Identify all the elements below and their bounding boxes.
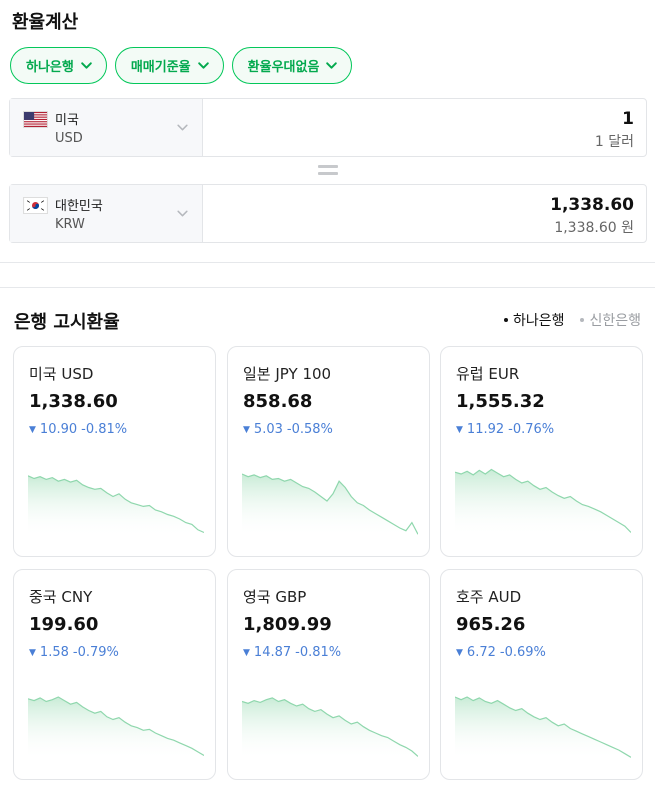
sparkline-area <box>455 469 631 537</box>
card-change: ▼ 5.03 -0.58% <box>243 422 333 437</box>
tab-hana-bank[interactable]: 하나은행 <box>503 310 565 330</box>
rate-card-gbp[interactable]: 영국 GBP 1,809.99 ▼ 14.87 -0.81% <box>227 569 430 780</box>
card-change-value: 5.03 <box>253 422 283 437</box>
card-currency-name: 영국 GBP <box>243 588 307 606</box>
us-flag-icon <box>23 111 48 128</box>
sparkline-chart <box>455 696 631 760</box>
card-currency-name: 미국 USD <box>29 365 94 383</box>
card-currency-name: 중국 CNY <box>29 588 93 606</box>
sparkline-chart <box>242 697 418 760</box>
sparkline-chart <box>28 475 204 537</box>
preferential-rate-label: 환율우대없음 <box>247 60 320 75</box>
card-change-percent: -0.81% <box>81 422 128 437</box>
bank-select-button[interactable]: 하나은행 <box>10 47 107 84</box>
to-amount-input[interactable]: 1,338.60 1,338.60 원 <box>203 185 646 242</box>
card-rate-value: 1,809.99 <box>243 614 332 635</box>
rate-type-button[interactable]: 매매기준율 <box>114 47 224 84</box>
kr-flag-icon <box>23 197 48 214</box>
to-amount-value: 1,338.60 <box>550 195 634 215</box>
card-change-percent: -0.69% <box>499 645 546 660</box>
card-rate-value: 1,338.60 <box>29 391 118 412</box>
from-currency-row: 미국 USD 1 1 달러 <box>9 98 647 157</box>
from-amount-text: 1 달러 <box>594 134 634 150</box>
card-rate-value: 199.60 <box>29 614 99 635</box>
equals-icon <box>318 165 338 175</box>
to-currency-row: 대한민국 KRW 1,338.60 1,338.60 원 <box>9 184 647 243</box>
down-arrow-icon: ▼ <box>456 647 463 658</box>
bank-select-label: 하나은행 <box>26 60 74 75</box>
from-amount-input[interactable]: 1 1 달러 <box>203 99 646 156</box>
card-change-value: 1.58 <box>39 645 69 660</box>
card-change: ▼ 1.58 -0.79% <box>29 645 119 660</box>
card-change: ▼ 14.87 -0.81% <box>243 645 341 660</box>
sparkline-chart <box>455 468 631 537</box>
tab-label: 하나은행 <box>512 313 565 329</box>
to-currency-select[interactable]: 대한민국 KRW <box>10 185 203 242</box>
card-change: ▼ 11.92 -0.76% <box>456 422 554 437</box>
down-arrow-icon: ▼ <box>243 424 250 435</box>
dot-icon <box>580 318 585 322</box>
card-change-percent: -0.81% <box>295 645 342 660</box>
sparkline-area <box>455 697 631 760</box>
card-change-value: 14.87 <box>253 645 292 660</box>
chevron-down-icon <box>326 62 338 69</box>
card-rate-value: 858.68 <box>243 391 313 412</box>
from-currency-code: USD <box>55 131 83 146</box>
chevron-down-icon <box>177 210 188 217</box>
calculator-title: 환율계산 <box>12 12 79 33</box>
card-change-percent: -0.76% <box>508 422 555 437</box>
filter-bar: 하나은행 매매기준율 환율우대없음 <box>10 47 353 84</box>
rate-card-usd[interactable]: 미국 USD 1,338.60 ▼ 10.90 -0.81% <box>13 346 216 557</box>
sparkline-area <box>28 697 204 760</box>
card-change: ▼ 6.72 -0.69% <box>456 645 546 660</box>
sparkline-area <box>28 475 204 537</box>
preferential-rate-button[interactable]: 환율우대없음 <box>231 47 353 84</box>
card-change-percent: -0.79% <box>72 645 119 660</box>
sparkline-chart <box>28 696 204 760</box>
card-rate-value: 1,555.32 <box>456 391 545 412</box>
sparkline-chart <box>242 473 418 537</box>
tab-label: 신한은행 <box>589 313 641 329</box>
down-arrow-icon: ▼ <box>456 424 463 435</box>
rate-card-eur[interactable]: 유럽 EUR 1,555.32 ▼ 11.92 -0.76% <box>440 346 643 557</box>
down-arrow-icon: ▼ <box>243 647 250 658</box>
down-arrow-icon: ▼ <box>29 424 36 435</box>
card-change-value: 11.92 <box>466 422 505 437</box>
rate-card-cny[interactable]: 중국 CNY 199.60 ▼ 1.58 -0.79% <box>13 569 216 780</box>
sparkline-area <box>242 697 418 760</box>
chevron-down-icon <box>81 62 92 69</box>
to-currency-code: KRW <box>55 217 85 232</box>
chevron-down-icon <box>177 124 188 131</box>
down-arrow-icon: ▼ <box>29 647 36 658</box>
bank-rates-title: 은행 고시환율 <box>14 312 120 333</box>
rate-card-jpy[interactable]: 일본 JPY 100 858.68 ▼ 5.03 -0.58% <box>227 346 430 557</box>
card-rate-value: 965.26 <box>456 614 526 635</box>
section-divider <box>0 287 655 288</box>
card-change: ▼ 10.90 -0.81% <box>29 422 127 437</box>
rate-type-label: 매매기준율 <box>130 60 191 75</box>
card-change-value: 6.72 <box>466 645 496 660</box>
card-change-value: 10.90 <box>39 422 78 437</box>
section-divider <box>0 262 655 263</box>
card-currency-name: 일본 JPY 100 <box>243 365 332 383</box>
card-change-percent: -0.58% <box>286 422 333 437</box>
bank-tabs: 하나은행 신한은행 <box>503 310 641 330</box>
dot-icon <box>503 318 508 322</box>
rate-card-aud[interactable]: 호주 AUD 965.26 ▼ 6.72 -0.69% <box>440 569 643 780</box>
from-currency-select[interactable]: 미국 USD <box>10 99 203 156</box>
tab-shinhan-bank[interactable]: 신한은행 <box>580 310 641 330</box>
card-currency-name: 호주 AUD <box>456 588 522 606</box>
to-amount-text: 1,338.60 원 <box>554 220 634 236</box>
card-currency-name: 유럽 EUR <box>456 365 520 383</box>
from-amount-value: 1 <box>622 109 634 129</box>
from-currency-name: 미국 <box>55 113 79 128</box>
to-currency-name: 대한민국 <box>55 199 103 214</box>
sparkline-area <box>242 474 418 537</box>
chevron-down-icon <box>197 62 209 69</box>
